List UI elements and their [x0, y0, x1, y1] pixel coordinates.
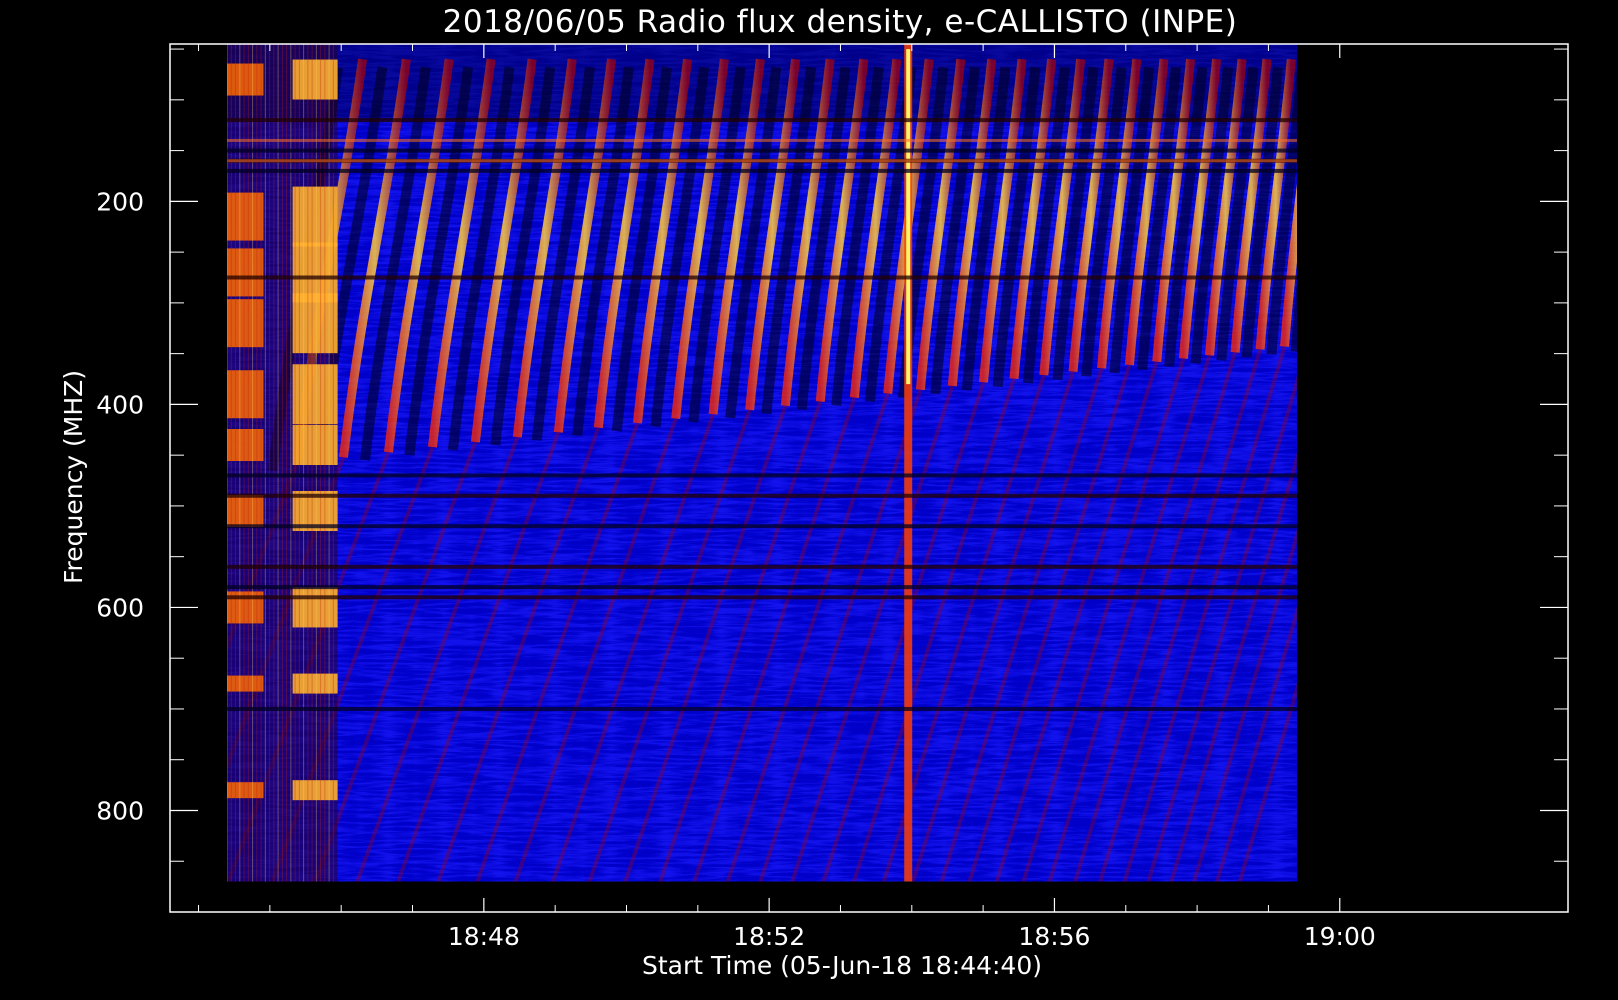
burst-stripe-shadow: [1341, 67, 1371, 351]
interference-band: [227, 118, 1297, 123]
x-tick-label: 19:00: [1304, 922, 1376, 951]
burst-stripe-shadow: [1364, 67, 1394, 351]
burst-blob: [227, 192, 264, 241]
burst-blob: [227, 299, 264, 348]
speckle-band: [227, 159, 1297, 163]
burst-stripe: [1377, 59, 1407, 343]
interference-band: [227, 148, 1297, 153]
burst-stripe: [1308, 59, 1338, 343]
y-tick-label: 200: [96, 187, 144, 216]
y-tick-label: 400: [96, 390, 144, 419]
broadband-spike-core: [906, 49, 911, 385]
interference-band: [227, 706, 1297, 711]
burst-blob: [227, 370, 264, 419]
burst-stripe-shadow: [1319, 67, 1349, 351]
x-tick-label: 18:48: [448, 922, 520, 951]
burst-blob: [227, 63, 264, 96]
interference-band: [227, 524, 1297, 529]
interference-band: [227, 564, 1297, 569]
chart-title: 2018/06/05 Radio flux density, e-CALLIST…: [443, 4, 1238, 40]
interference-band: [227, 585, 1297, 590]
burst-stripe-shadow: [1387, 67, 1417, 351]
interference-band: [227, 493, 1297, 498]
y-tick-label: 800: [96, 796, 144, 825]
burst-stripe: [1354, 59, 1384, 343]
burst-blob: [227, 494, 264, 527]
burst-stripe: [1331, 59, 1361, 343]
spectrogram-image: [227, 44, 1430, 882]
burst-blob: [227, 675, 264, 692]
burst-blob: [227, 248, 264, 297]
y-axis-label: Frequency (MHZ): [59, 370, 88, 584]
interference-band: [227, 595, 1297, 600]
x-tick-label: 18:52: [733, 922, 805, 951]
speckle-band: [227, 138, 1297, 142]
burst-blob: [227, 429, 264, 462]
interference-band: [227, 275, 1297, 280]
burst-blob: [227, 782, 264, 799]
interference-band: [227, 168, 1297, 173]
y-tick-label: 600: [96, 593, 144, 622]
x-axis-label: Start Time (05-Jun-18 18:44:40): [642, 951, 1042, 980]
spectrogram-figure: 2018/06/05 Radio flux density, e-CALLIST…: [59, 4, 1569, 980]
x-tick-label: 18:56: [1018, 922, 1090, 951]
burst-stripe-shadow: [1290, 281, 1297, 352]
burst-stripe: [1400, 59, 1430, 343]
interference-band: [227, 473, 1297, 478]
plot-area: 18:48 18:52 18:56 19:00 200 400 600 800: [96, 43, 1569, 951]
